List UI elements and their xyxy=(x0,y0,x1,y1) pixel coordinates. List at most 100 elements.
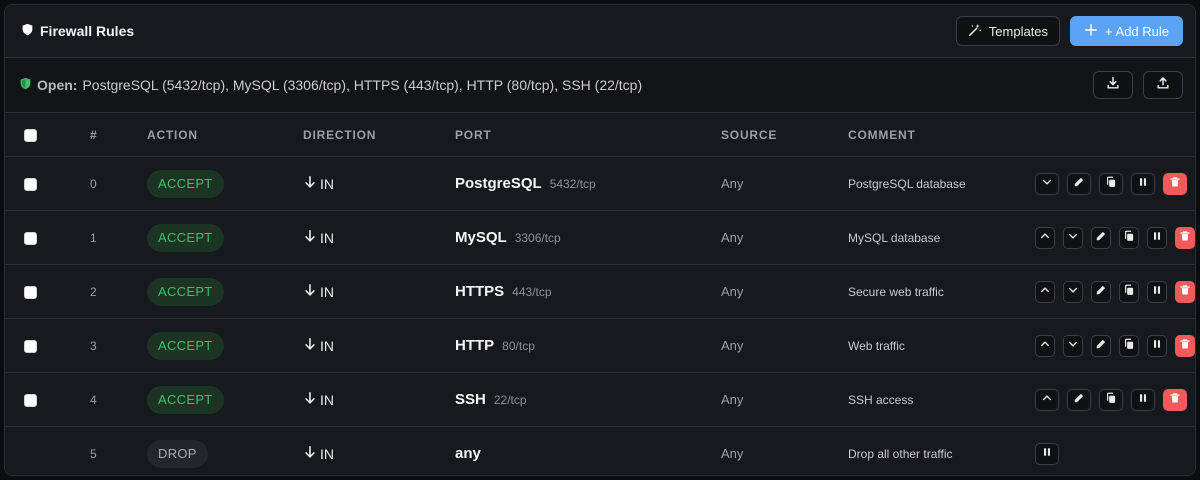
row-actions-cell xyxy=(1035,156,1195,211)
move-down-button[interactable] xyxy=(1063,280,1083,303)
action-cell: ACCEPT xyxy=(147,156,303,211)
trash-icon xyxy=(1169,392,1181,407)
action-badge: ACCEPT xyxy=(147,169,224,198)
source-cell: Any xyxy=(721,446,744,461)
port-number: 5432/tcp xyxy=(549,177,596,191)
templates-button[interactable]: Templates xyxy=(955,16,1061,46)
pause-button[interactable] xyxy=(1131,172,1155,195)
comment-cell: Drop all other traffic xyxy=(848,446,953,461)
shield-icon xyxy=(21,23,34,39)
firewall-rules-panel: Firewall Rules Templates + Add Rule Open… xyxy=(4,4,1196,476)
copy-button[interactable] xyxy=(1119,226,1139,249)
move-down-button[interactable] xyxy=(1063,334,1083,357)
direction-text: IN xyxy=(320,283,334,300)
col-number: # xyxy=(76,113,147,157)
edit-button[interactable] xyxy=(1091,280,1111,303)
upload-icon xyxy=(1156,76,1170,95)
row-checkbox[interactable] xyxy=(24,178,37,192)
move-down-button[interactable] xyxy=(1063,226,1083,249)
delete-button[interactable] xyxy=(1175,280,1195,303)
copy-button[interactable] xyxy=(1099,388,1123,411)
row-actions-cell xyxy=(1035,427,1195,476)
direction-cell: IN xyxy=(303,372,455,427)
port-number: 22/tcp xyxy=(493,393,527,407)
arrow-down-icon xyxy=(303,283,317,300)
port-name: SSH xyxy=(455,391,486,408)
action-badge: ACCEPT xyxy=(147,385,224,414)
upload-button[interactable] xyxy=(1143,71,1183,99)
direction-cell: IN xyxy=(303,318,455,373)
row-checkbox[interactable] xyxy=(24,286,37,300)
direction-cell: IN xyxy=(303,427,455,476)
action-cell: DROP xyxy=(147,427,303,476)
move-up-button[interactable] xyxy=(1035,334,1055,357)
row-select-cell xyxy=(5,372,76,427)
pause-button[interactable] xyxy=(1147,226,1167,249)
download-button[interactable] xyxy=(1093,71,1133,99)
direction-cell: IN xyxy=(303,264,455,319)
pause-button[interactable] xyxy=(1131,388,1155,411)
rule-number: 1 xyxy=(76,210,147,265)
row-checkbox[interactable] xyxy=(24,394,37,408)
table-row: 0 ACCEPT IN PostgreSQL 5432/tcp Any Postg… xyxy=(5,156,1195,211)
action-badge: ACCEPT xyxy=(147,331,224,360)
row-actions-cell xyxy=(1035,264,1195,319)
rule-number: 0 xyxy=(76,156,147,211)
pause-icon xyxy=(1137,392,1149,407)
edit-button[interactable] xyxy=(1091,226,1111,249)
move-up-button[interactable] xyxy=(1035,280,1055,303)
copy-button[interactable] xyxy=(1099,172,1123,195)
select-all-checkbox[interactable] xyxy=(24,128,37,142)
add-rule-button[interactable]: + Add Rule xyxy=(1070,16,1183,46)
comment-cell: PostgreSQL database xyxy=(848,156,1035,211)
copy-button[interactable] xyxy=(1119,280,1139,303)
move-up-button[interactable] xyxy=(1035,226,1055,249)
direction-text: IN xyxy=(320,229,334,246)
delete-button[interactable] xyxy=(1175,226,1195,249)
chevron-up-icon xyxy=(1039,284,1051,299)
edit-button[interactable] xyxy=(1091,334,1111,357)
pause-icon xyxy=(1137,176,1149,191)
port-name: HTTPS xyxy=(455,283,505,300)
edit-button[interactable] xyxy=(1067,388,1091,411)
direction-text: IN xyxy=(320,391,334,408)
port-cell: any xyxy=(455,427,721,476)
plus-icon xyxy=(1084,23,1098,40)
copy-icon xyxy=(1123,230,1135,245)
copy-button[interactable] xyxy=(1119,334,1139,357)
open-ports-bar: Open: PostgreSQL (5432/tcp), MySQL (3306… xyxy=(5,58,1195,113)
delete-button[interactable] xyxy=(1175,334,1195,357)
port-cell: SSH 22/tcp xyxy=(455,372,721,427)
table-row: 1 ACCEPT IN MySQL 3306/tcp Any MySQL data… xyxy=(5,210,1195,265)
pause-button[interactable] xyxy=(1147,334,1167,357)
direction-text: IN xyxy=(320,445,334,462)
port-cell: HTTPS 443/tcp xyxy=(455,264,721,319)
action-badge: ACCEPT xyxy=(147,277,224,306)
pause-icon xyxy=(1151,338,1163,353)
col-actions xyxy=(1035,113,1195,157)
chevron-down-icon xyxy=(1067,338,1079,353)
pause-button[interactable] xyxy=(1035,442,1059,465)
port-cell: PostgreSQL 5432/tcp xyxy=(455,156,721,211)
comment-cell: SSH access xyxy=(848,372,1035,427)
move-down-button[interactable] xyxy=(1035,172,1059,195)
comment-cell: MySQL database xyxy=(848,210,1035,265)
open-ports-summary: Open: PostgreSQL (5432/tcp), MySQL (3306… xyxy=(19,77,642,93)
action-badge: DROP xyxy=(147,439,208,468)
templates-button-label: Templates xyxy=(988,23,1049,39)
edit-button[interactable] xyxy=(1067,172,1091,195)
panel-title: Firewall Rules xyxy=(21,23,134,39)
row-checkbox[interactable] xyxy=(24,340,37,354)
row-checkbox[interactable] xyxy=(24,232,37,246)
port-cell: MySQL 3306/tcp xyxy=(455,210,721,265)
move-up-button[interactable] xyxy=(1035,388,1059,411)
trash-icon xyxy=(1179,338,1191,353)
delete-button[interactable] xyxy=(1163,172,1187,195)
source-cell: Any xyxy=(721,264,848,319)
table-row: 2 ACCEPT IN HTTPS 443/tcp Any Secure web … xyxy=(5,264,1195,319)
pause-button[interactable] xyxy=(1147,280,1167,303)
row-actions-cell xyxy=(1035,210,1195,265)
port-number: 443/tcp xyxy=(512,285,552,299)
direction-cell: IN xyxy=(303,156,455,211)
delete-button[interactable] xyxy=(1163,388,1187,411)
